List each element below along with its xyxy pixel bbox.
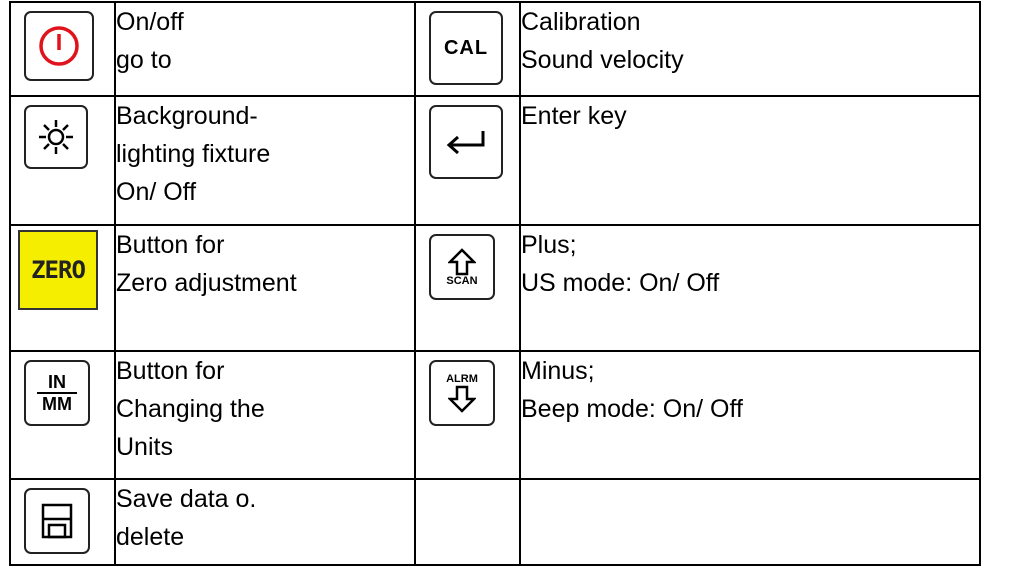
scan-key: SCAN <box>429 234 495 300</box>
units-key-top: IN <box>48 372 66 392</box>
alarm-key: ALRM <box>429 360 495 426</box>
description-cell: Calibration Sound velocity <box>519 1 981 97</box>
cal-key: CAL <box>429 11 503 85</box>
icon-cell: CAL <box>414 1 521 97</box>
description-line: Zero adjustment <box>116 269 297 297</box>
icon-cell <box>414 95 521 226</box>
description-line: On/off <box>116 8 184 36</box>
enter-icon <box>446 131 485 155</box>
description-cell: Minus; Beep mode: On/ Off <box>519 350 981 480</box>
table-row: IN MM Button for Changing the Units ALRM… <box>9 350 981 480</box>
table-row: Save data o. delete <box>9 478 981 566</box>
description-line: On/ Off <box>116 178 197 206</box>
zero-key-label: ZERO <box>31 256 86 284</box>
power-key <box>24 11 94 81</box>
zero-key: ZERO <box>18 230 98 310</box>
key-function-table: On/off go to CAL Calibration Sound veloc… <box>9 1 981 566</box>
icon-cell: IN MM <box>9 350 116 480</box>
description-cell: Button for Zero adjustment <box>114 224 416 352</box>
icon-cell: SCAN <box>414 224 521 352</box>
description-line: Save data o. <box>116 485 257 513</box>
description-line: Enter key <box>521 102 627 130</box>
empty-cell <box>414 478 521 566</box>
description-line: Beep mode: On/ Off <box>521 395 743 423</box>
down-arrow-icon <box>448 385 476 413</box>
units-key: IN MM <box>24 360 90 426</box>
description-line: US mode: On/ Off <box>521 269 720 297</box>
description-line: Background- <box>116 102 258 130</box>
empty-cell <box>519 478 981 566</box>
description-cell: Button for Changing the Units <box>114 350 416 480</box>
description-line: Minus; <box>521 357 595 385</box>
icon-cell <box>9 1 116 97</box>
description-line: Button for <box>116 231 225 259</box>
up-arrow-icon <box>448 247 476 275</box>
description-line: Calibration <box>521 8 641 36</box>
description-line: delete <box>116 523 185 551</box>
description-cell: On/off go to <box>114 1 416 97</box>
icon-cell: ZERO <box>9 224 116 352</box>
table-row: ZERO Button for Zero adjustment SCAN Plu… <box>9 224 981 352</box>
description-line: lighting fixture <box>116 140 271 168</box>
save-key <box>24 488 90 554</box>
backlight-icon <box>39 120 73 154</box>
power-icon <box>39 26 79 66</box>
icon-cell: ALRM <box>414 350 521 480</box>
description-cell: Enter key <box>519 95 981 226</box>
description-cell: Plus; US mode: On/ Off <box>519 224 981 352</box>
backlight-key <box>24 105 88 169</box>
save-icon <box>41 503 73 539</box>
description-cell: Save data o. delete <box>114 478 416 566</box>
table-row: On/off go to CAL Calibration Sound veloc… <box>9 1 981 97</box>
table-row: Background- lighting fixture On/ Off Ent… <box>9 95 981 226</box>
description-line: go to <box>116 46 172 74</box>
icon-cell <box>9 478 116 566</box>
description-cell: Background- lighting fixture On/ Off <box>114 95 416 226</box>
icon-cell <box>9 95 116 226</box>
description-line: Plus; <box>521 231 577 259</box>
description-line: Sound velocity <box>521 46 684 74</box>
description-line: Units <box>116 433 173 461</box>
description-line: Changing the <box>116 395 265 423</box>
description-line: Button for <box>116 357 225 385</box>
alarm-key-label: ALRM <box>446 372 478 385</box>
cal-key-label: CAL <box>443 36 489 59</box>
units-key-bottom: MM <box>42 394 72 414</box>
scan-key-label: SCAN <box>446 274 478 287</box>
enter-key <box>429 105 503 179</box>
